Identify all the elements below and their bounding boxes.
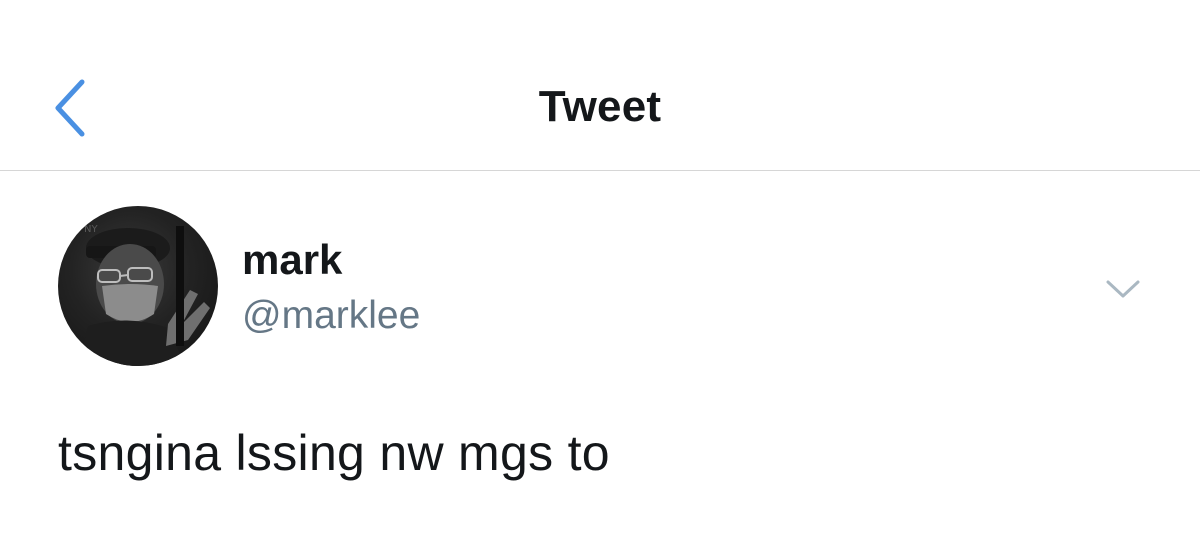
avatar[interactable]: NY: [58, 206, 218, 366]
page-title: Tweet: [538, 82, 662, 131]
author-handle[interactable]: @marklee: [242, 294, 420, 338]
navigation-bar: Tweet: [0, 0, 1200, 171]
chevron-down-icon: [1106, 280, 1140, 298]
tweet-body-text: tsngina lssing nw mgs to: [58, 425, 610, 481]
tweet-options-button[interactable]: [1098, 268, 1148, 308]
avatar-photo: NY: [78, 224, 210, 366]
author-display-name[interactable]: mark: [242, 236, 342, 284]
svg-text:NY: NY: [84, 224, 98, 235]
tweet-detail: NY mark @marklee tsngina lssing nw mgs t…: [0, 172, 1200, 547]
